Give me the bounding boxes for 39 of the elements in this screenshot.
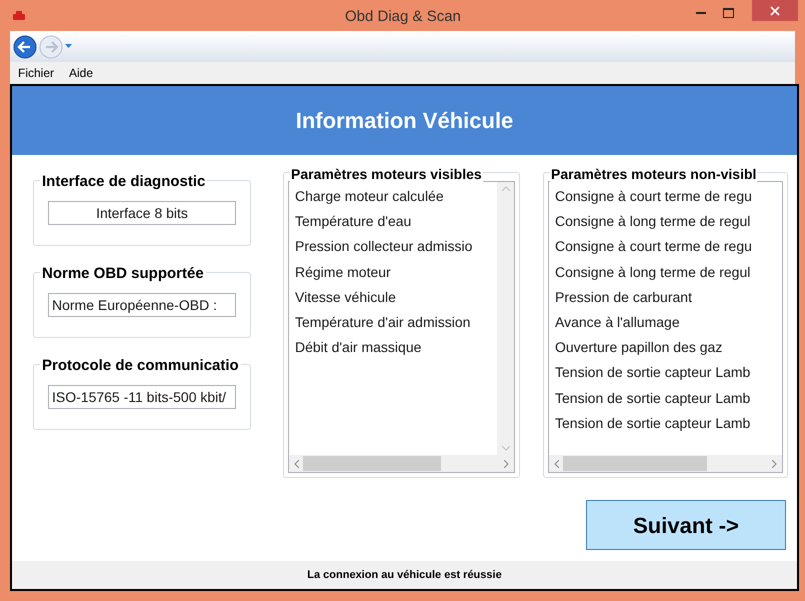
vertical-scrollbar[interactable] xyxy=(497,182,514,455)
list-item[interactable]: Ouverture papillon des gaz xyxy=(555,335,782,360)
close-button[interactable] xyxy=(752,0,798,21)
list-item[interactable]: Température d'eau xyxy=(295,209,497,234)
value-field: Interface 8 bits xyxy=(48,201,236,225)
list-item[interactable]: Tension de sortie capteur Lamb xyxy=(555,360,782,386)
menu-item[interactable]: Fichier xyxy=(18,64,54,82)
scrollbar-thumb[interactable] xyxy=(303,456,441,471)
list-item[interactable]: Consigne à court terme de regu xyxy=(555,234,782,260)
maximize-icon[interactable] xyxy=(723,8,734,18)
list-item[interactable]: Pression collecteur admissio xyxy=(295,234,497,260)
list-box[interactable]: Charge moteur calculée Température d'eau Pression collecteur admissio Régime moteur Vitesse véhicule Température d'air admission Débit d'air massique xyxy=(288,181,515,473)
value-field: ISO-15765 -11 bits-500 kbit/ xyxy=(48,385,236,409)
status-text: La connexion au véhicule est réussie xyxy=(307,568,502,583)
list-item[interactable]: Température d'air admission xyxy=(295,310,497,336)
scrollbar-thumb[interactable] xyxy=(563,456,706,471)
value-field: Norme Européenne-OBD : xyxy=(48,293,236,317)
window-title: Obd Diag & Scan xyxy=(345,7,461,27)
list-item[interactable]: Débit d'air massique xyxy=(295,335,497,360)
dropdown-icon[interactable] xyxy=(65,44,72,49)
list-item[interactable]: Consigne à court terme de regu xyxy=(555,184,782,210)
minimize-icon[interactable] xyxy=(696,12,706,15)
car-icon xyxy=(12,10,26,22)
header-title: Information Véhicule xyxy=(296,107,514,135)
list-item[interactable]: Consigne à long terme de regul xyxy=(555,209,782,234)
list-item[interactable]: Pression de carburant xyxy=(555,284,782,310)
list-item[interactable]: Vitesse véhicule xyxy=(295,284,497,310)
list-item[interactable]: Consigne à long terme de regul xyxy=(555,260,782,285)
list-item[interactable]: Avance à l'allumage xyxy=(555,310,782,336)
list-item[interactable]: Régime moteur xyxy=(295,260,497,285)
list-item[interactable]: Charge moteur calculée xyxy=(295,184,497,210)
horizontal-scrollbar[interactable] xyxy=(549,455,782,472)
close-icon[interactable] xyxy=(770,6,780,16)
list-item[interactable]: Tension de sortie capteur Lamb xyxy=(555,410,782,436)
horizontal-scrollbar[interactable] xyxy=(289,455,514,472)
next-button[interactable]: Suivant -> xyxy=(586,500,786,550)
menu-item[interactable]: Aide xyxy=(69,64,94,82)
list-box[interactable] xyxy=(548,181,783,473)
list-item[interactable]: Tension de sortie capteur Lamb xyxy=(555,386,782,411)
